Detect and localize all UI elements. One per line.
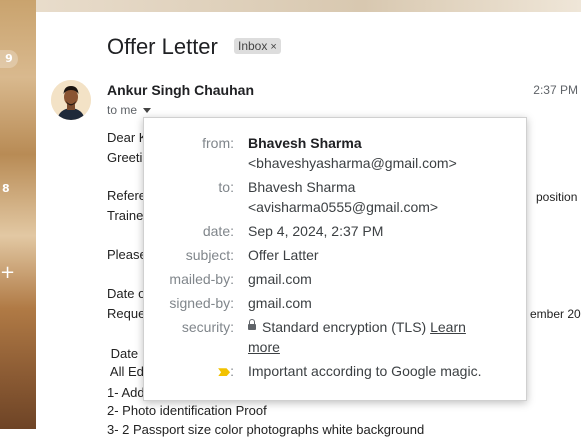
to-email: <avisharma0555@gmail.com>: [248, 199, 439, 215]
body-line: 1- Add: [107, 385, 145, 400]
importance-key: :: [218, 363, 234, 379]
to-key: to:: [218, 179, 234, 195]
security-value: Standard encryption (TLS): [262, 319, 427, 335]
body-line: All Ed: [107, 364, 144, 379]
rail-badge[interactable]: 9: [0, 50, 18, 68]
date-key: date:: [202, 223, 234, 239]
recipient-details-toggle[interactable]: to me: [107, 103, 152, 117]
inbox-label-chip[interactable]: Inbox ×: [234, 38, 281, 54]
body-line: Date: [107, 346, 139, 361]
body-line: Greeti: [107, 150, 143, 165]
from-key: from:: [202, 135, 234, 151]
important-marker-icon: [218, 368, 231, 377]
body-line: 2- Photo identification Proof: [107, 403, 267, 418]
mailed-by-key: mailed-by:: [169, 271, 234, 287]
body-line: 3- 2 Passport size color photographs whi…: [107, 422, 425, 437]
remove-label-icon[interactable]: ×: [270, 41, 276, 53]
signed-by-value: gmail.com: [248, 295, 312, 311]
label-text: Inbox: [238, 39, 268, 53]
body-line: Date o: [107, 286, 146, 301]
learn-more-link[interactable]: more: [248, 339, 280, 355]
security-key: security:: [181, 319, 234, 335]
avatar-photo: [51, 80, 91, 120]
learn-more-link[interactable]: Learn: [430, 319, 466, 335]
subject-value: Offer Latter: [248, 247, 319, 263]
to-name: Bhavesh Sharma: [248, 179, 356, 195]
subject-key: subject:: [185, 247, 234, 263]
wallpaper-top: [36, 0, 581, 12]
body-line-fragment: ember 2024: [530, 307, 581, 321]
email-view: Offer Letter Inbox × Ankur Singh Chauhan …: [36, 12, 581, 437]
body-line: Refere: [107, 188, 147, 203]
body-line: Please: [107, 247, 147, 262]
sender-name[interactable]: Ankur Singh Chauhan: [107, 82, 254, 98]
message-details-popup: from: Bhavesh Sharma <bhaveshyasharma@gm…: [143, 117, 527, 401]
add-icon[interactable]: +: [0, 262, 15, 283]
from-email: <bhaveshyasharma@gmail.com>: [248, 155, 457, 171]
date-value: Sep 4, 2024, 2:37 PM: [248, 223, 384, 239]
signed-by-key: signed-by:: [169, 295, 234, 311]
email-time: 2:37 PM: [533, 83, 578, 97]
chevron-down-icon[interactable]: [143, 108, 152, 114]
body-line: Traine: [107, 208, 144, 223]
wallpaper-strip: 9 8 +: [0, 0, 36, 429]
body-line: Reque: [107, 306, 146, 321]
mailed-by-value: gmail.com: [248, 271, 312, 287]
importance-value: Important according to Google magic.: [248, 363, 482, 379]
body-line: Dear K: [107, 130, 148, 145]
from-name: Bhavesh Sharma: [248, 135, 362, 151]
avatar[interactable]: [51, 80, 91, 120]
importance-colon: :: [230, 363, 234, 379]
rail-badge[interactable]: 8: [2, 182, 10, 195]
email-subject: Offer Letter: [107, 34, 218, 59]
to-me-label: to me: [107, 103, 138, 117]
lock-icon: [248, 319, 256, 331]
body-line-fragment: position in: [536, 190, 581, 204]
security-value-wrap: Standard encryption (TLS) Learn: [248, 319, 466, 335]
